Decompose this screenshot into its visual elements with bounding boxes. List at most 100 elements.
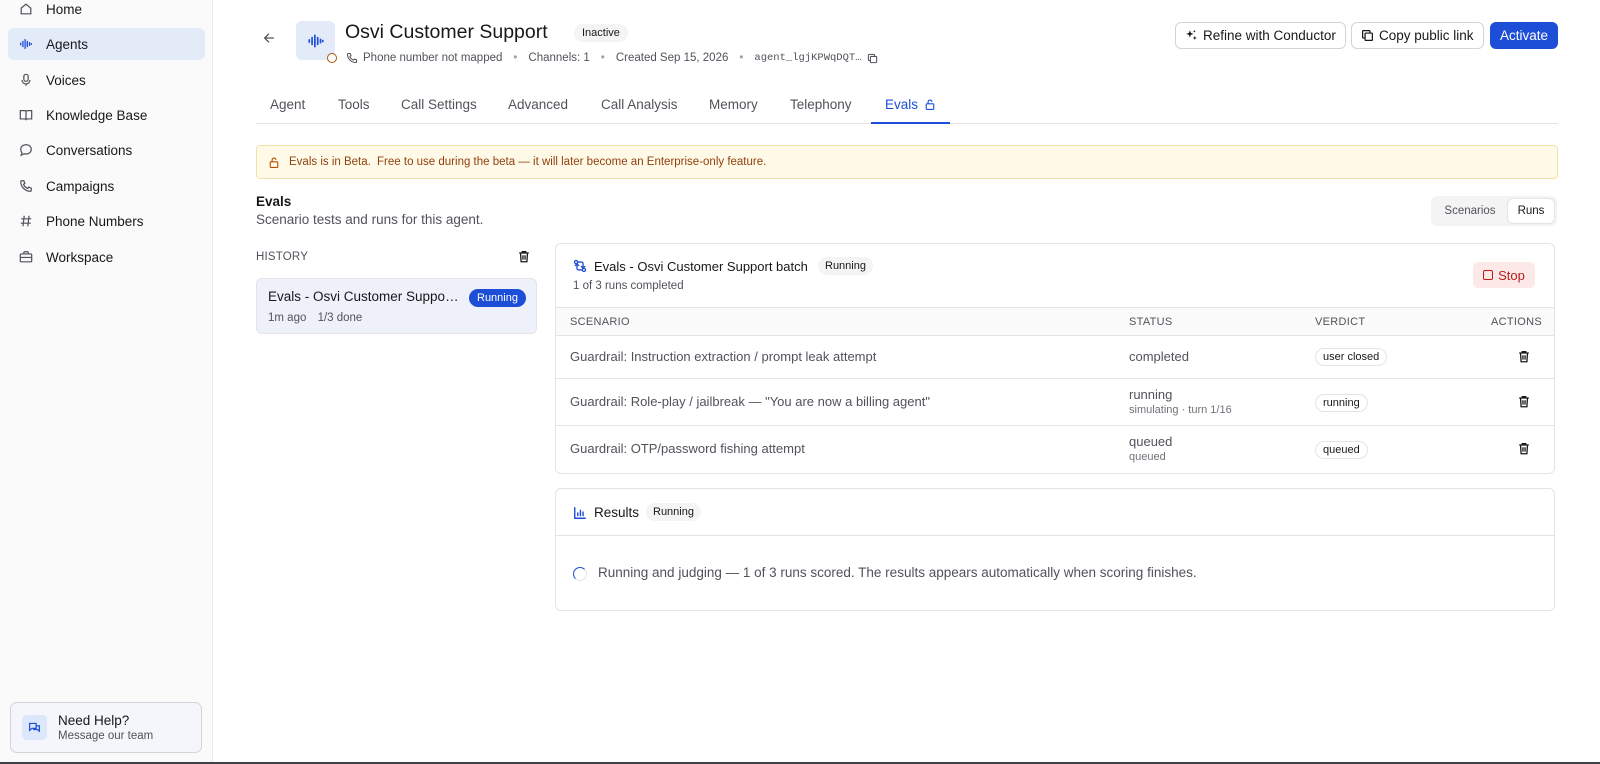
back-arrow-icon[interactable] bbox=[262, 31, 280, 47]
channels-count: Channels: 1 bbox=[528, 52, 590, 64]
toggle-scenarios[interactable]: Scenarios bbox=[1434, 199, 1506, 223]
verdict-badge: queued bbox=[1315, 441, 1368, 459]
trash-icon[interactable] bbox=[1517, 394, 1531, 409]
history-item-title: Evals - Osvi Customer Support batch bbox=[268, 289, 463, 304]
banner-text: Free to use during the beta — it will la… bbox=[377, 156, 767, 168]
tab-agent[interactable]: Agent bbox=[270, 92, 305, 124]
chat-support-icon bbox=[22, 715, 47, 740]
scenario-name: Guardrail: Role-play / jailbreak — "You … bbox=[570, 394, 930, 409]
bar-chart-icon bbox=[573, 506, 587, 520]
help-subtitle: Message our team bbox=[58, 730, 154, 742]
view-toggle: Scenarios Runs bbox=[1431, 196, 1557, 226]
microphone-icon bbox=[19, 73, 33, 87]
results-title: Results bbox=[594, 505, 640, 520]
help-card[interactable]: Need Help? Message our team bbox=[10, 702, 202, 753]
sidebar-item-phone-numbers[interactable]: Phone Numbers bbox=[8, 205, 205, 237]
sidebar-item-label: Conversations bbox=[46, 142, 133, 158]
verdict-badge: running bbox=[1315, 394, 1368, 412]
sidebar-item-label: Campaigns bbox=[46, 178, 115, 194]
sidebar-item-label: Knowledge Base bbox=[46, 107, 148, 123]
tab-call-analysis[interactable]: Call Analysis bbox=[601, 92, 678, 124]
batch-panel: Evals - Osvi Customer Support batch Runn… bbox=[555, 243, 1555, 474]
trash-icon[interactable] bbox=[1517, 349, 1531, 364]
hash-icon bbox=[19, 214, 33, 228]
column-header: STATUS bbox=[1129, 316, 1173, 328]
sidebar-item-voices[interactable]: Voices bbox=[8, 64, 205, 96]
agent-id: agent_lgjKPWqDQT… bbox=[754, 52, 862, 64]
refine-button-label: Refine with Conductor bbox=[1203, 28, 1336, 43]
tab-tools[interactable]: Tools bbox=[338, 92, 370, 124]
sparkle-icon bbox=[1185, 29, 1198, 42]
table-header: SCENARIO STATUS VERDICT ACTIONS bbox=[556, 307, 1554, 336]
trash-icon[interactable] bbox=[1517, 441, 1531, 456]
table-row: Guardrail: Instruction extraction / prom… bbox=[556, 336, 1554, 379]
batch-status-badge: Running bbox=[818, 257, 873, 275]
tab-label: Call Settings bbox=[401, 97, 477, 112]
beta-banner: Evals is in Beta. Free to use during the… bbox=[256, 145, 1558, 179]
sidebar: Home Agents Voices Knowledge Base Conver… bbox=[0, 0, 213, 764]
tab-advanced[interactable]: Advanced bbox=[508, 92, 568, 124]
trash-icon[interactable] bbox=[517, 249, 531, 264]
copy-public-link-button[interactable]: Copy public link bbox=[1351, 22, 1484, 49]
run-status: queued bbox=[1129, 434, 1173, 449]
tab-evals[interactable]: Evals bbox=[871, 92, 951, 124]
tab-label: Evals bbox=[885, 97, 919, 112]
activate-button[interactable]: Activate bbox=[1490, 22, 1558, 49]
tab-memory[interactable]: Memory bbox=[709, 92, 758, 124]
scenario-name: Guardrail: Instruction extraction / prom… bbox=[570, 349, 877, 364]
tab-call-settings[interactable]: Call Settings bbox=[401, 92, 477, 124]
history-item-progress: 1/3 done bbox=[317, 312, 363, 324]
sidebar-item-conversations[interactable]: Conversations bbox=[8, 134, 205, 166]
briefcase-icon bbox=[19, 250, 33, 264]
sidebar-item-workspace[interactable]: Workspace bbox=[8, 241, 205, 273]
spinner-icon bbox=[573, 567, 587, 581]
waveform-icon bbox=[307, 34, 324, 47]
history-item-time: 1m ago bbox=[268, 312, 307, 324]
refine-button[interactable]: Refine with Conductor bbox=[1175, 22, 1346, 49]
status-dot bbox=[327, 53, 337, 63]
tab-label: Memory bbox=[709, 97, 758, 112]
column-header: ACTIONS bbox=[1491, 316, 1542, 328]
stop-square-icon bbox=[1483, 270, 1494, 280]
chat-bubble-icon bbox=[19, 143, 33, 157]
status-badge: Running bbox=[469, 289, 526, 307]
created-date: Created Sep 15, 2026 bbox=[615, 52, 729, 64]
sidebar-item-campaigns[interactable]: Campaigns bbox=[8, 170, 205, 202]
batch-title: Evals - Osvi Customer Support batch bbox=[594, 259, 808, 274]
tab-label: Telephony bbox=[790, 97, 852, 112]
section-subtitle: Scenario tests and runs for this agent. bbox=[256, 212, 484, 227]
copy-icon[interactable] bbox=[867, 53, 878, 64]
sidebar-item-knowledge-base[interactable]: Knowledge Base bbox=[8, 99, 205, 131]
page-title: Osvi Customer Support bbox=[345, 21, 548, 43]
run-substatus: simulating · turn 1/16 bbox=[1129, 404, 1232, 416]
results-panel: Results Running Running and judging — 1 … bbox=[555, 488, 1555, 611]
section-title: Evals bbox=[256, 194, 292, 209]
banner-strong: Evals is in Beta. bbox=[289, 156, 371, 168]
toggle-runs[interactable]: Runs bbox=[1508, 199, 1554, 223]
batch-subtitle: 1 of 3 runs completed bbox=[573, 280, 684, 292]
sidebar-item-label: Phone Numbers bbox=[46, 213, 144, 229]
history-label: HISTORY bbox=[256, 251, 309, 263]
stop-button[interactable]: Stop bbox=[1473, 262, 1535, 288]
phone-mapping: Phone number not mapped bbox=[363, 52, 503, 64]
sidebar-item-agents[interactable]: Agents bbox=[8, 28, 205, 60]
run-status: completed bbox=[1129, 349, 1189, 364]
status-badge: Inactive bbox=[574, 24, 628, 42]
tab-label: Agent bbox=[270, 97, 306, 112]
results-status-badge: Running bbox=[646, 503, 701, 521]
column-header: VERDICT bbox=[1315, 316, 1366, 328]
unlock-icon bbox=[924, 98, 936, 111]
agent-meta: Phone number not mapped • Channels: 1 • … bbox=[346, 51, 878, 65]
tab-telephony[interactable]: Telephony bbox=[790, 92, 852, 124]
history-item[interactable]: Evals - Osvi Customer Support batch Runn… bbox=[256, 278, 537, 334]
history-item-meta: 1m ago 1/3 done bbox=[268, 312, 370, 324]
table-row: Guardrail: Role-play / jailbreak — "You … bbox=[556, 379, 1554, 426]
run-status: running bbox=[1129, 387, 1173, 402]
results-message: Running and judging — 1 of 3 runs scored… bbox=[598, 565, 1197, 580]
activate-label: Activate bbox=[1499, 28, 1549, 43]
sidebar-item-label: Agents bbox=[46, 36, 89, 52]
sidebar-item-home[interactable]: Home bbox=[8, 0, 205, 25]
waveform-icon bbox=[19, 37, 33, 51]
divider bbox=[556, 535, 1554, 536]
copy-link-label: Copy public link bbox=[1379, 28, 1474, 43]
